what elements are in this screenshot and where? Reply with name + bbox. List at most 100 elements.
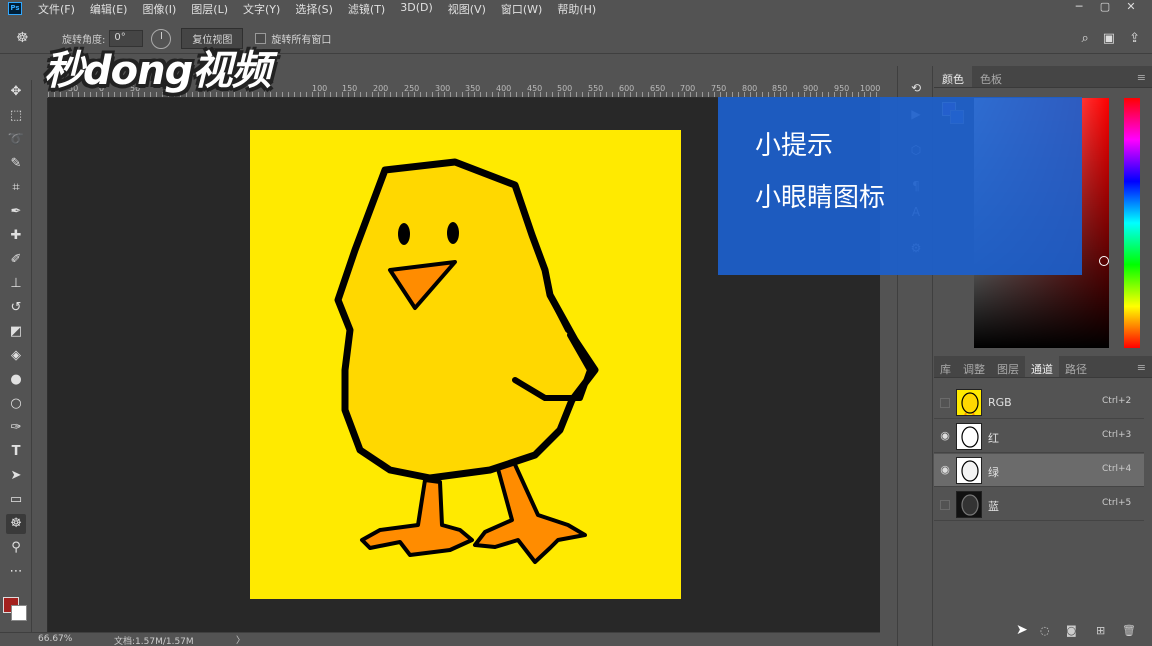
- paint-bucket-tool-icon[interactable]: ◈: [6, 346, 26, 366]
- zoom-level[interactable]: 66.67%: [38, 634, 72, 644]
- ruler-label: 250: [404, 84, 420, 93]
- ruler-label: 450: [527, 84, 543, 93]
- eye-icon[interactable]: ◉: [938, 463, 952, 477]
- ruler-label: 900: [803, 84, 819, 93]
- menu-type[interactable]: 文字(Y): [243, 1, 280, 17]
- mouse-cursor-icon: ➤: [1016, 622, 1028, 638]
- channel-shortcut: Ctrl+4: [1102, 464, 1132, 474]
- stamp-tool-icon[interactable]: ⊥: [6, 274, 26, 294]
- load-selection-icon[interactable]: ◌: [1040, 624, 1050, 637]
- workspace-icon[interactable]: ▣: [1103, 31, 1115, 46]
- tab-swatches[interactable]: 色板: [972, 66, 1010, 87]
- ruler-label: 700: [680, 84, 696, 93]
- save-selection-icon[interactable]: ◙: [1066, 624, 1077, 637]
- menu-window[interactable]: 窗口(W): [501, 1, 542, 17]
- type-tool-icon[interactable]: T: [6, 442, 26, 462]
- channel-name: 蓝: [988, 500, 999, 513]
- ruler-label: 850: [772, 84, 788, 93]
- more-tools-icon[interactable]: ⋯: [6, 562, 26, 582]
- tab-paths[interactable]: 路径: [1059, 356, 1093, 377]
- marquee-tool-icon[interactable]: ⬚: [6, 106, 26, 126]
- channel-thumbnail: [956, 389, 982, 416]
- shape-tool-icon[interactable]: ▭: [6, 490, 26, 510]
- status-expand-icon[interactable]: 〉: [236, 633, 245, 646]
- tab-channels[interactable]: 通道: [1025, 356, 1059, 377]
- vertical-ruler: [34, 98, 48, 632]
- healing-tool-icon[interactable]: ✚: [6, 226, 26, 246]
- blur-tool-icon[interactable]: ●: [6, 370, 26, 390]
- pen-tool-icon[interactable]: ✑: [6, 418, 26, 438]
- color-panel-tabs: 颜色 色板 ≡: [934, 66, 1152, 88]
- menu-help[interactable]: 帮助(H): [557, 1, 596, 17]
- menu-select[interactable]: 选择(S): [295, 1, 333, 17]
- menu-filter[interactable]: 滤镜(T): [348, 1, 385, 17]
- channel-row-blue[interactable]: 蓝 Ctrl+5: [934, 488, 1144, 521]
- channel-row-rgb[interactable]: RGB Ctrl+2: [934, 386, 1144, 419]
- tip-overlay: 小提示 小眼睛图标: [718, 97, 1082, 275]
- photoshop-logo: Ps: [8, 2, 22, 15]
- search-icon[interactable]: ⌕: [1082, 31, 1089, 46]
- menu-3d[interactable]: 3D(D): [400, 1, 433, 17]
- ruler-label: 1000: [860, 84, 880, 93]
- channels-panel: 库 调整 图层 通道 路径 ≡ RGB Ctrl+2 ◉ 红 Ctrl+3 ◉ …: [934, 356, 1152, 646]
- path-select-tool-icon[interactable]: ➤: [6, 466, 26, 486]
- ruler-label: 800: [742, 84, 758, 93]
- ruler-label: 950: [834, 84, 850, 93]
- menu-layer[interactable]: 图层(L): [191, 1, 228, 17]
- history-panel-icon[interactable]: ⟲: [906, 78, 926, 98]
- new-channel-icon[interactable]: ⊞: [1096, 624, 1105, 637]
- menu-image[interactable]: 图像(I): [142, 1, 176, 17]
- rotate-view-tool-icon[interactable]: ☸: [6, 514, 26, 534]
- channel-name: 红: [988, 432, 999, 445]
- tab-layers[interactable]: 图层: [991, 356, 1025, 377]
- history-brush-tool-icon[interactable]: ↺: [6, 298, 26, 318]
- zoom-tool-icon[interactable]: ⚲: [6, 538, 26, 558]
- tip-title: 小提示: [755, 131, 834, 161]
- ruler-label: 600: [619, 84, 635, 93]
- document-canvas[interactable]: [250, 130, 681, 599]
- channel-name: RGB: [988, 396, 1012, 409]
- channel-name: 绿: [988, 466, 999, 479]
- channel-row-red[interactable]: ◉ 红 Ctrl+3: [934, 420, 1144, 453]
- eye-icon[interactable]: ◉: [938, 429, 952, 443]
- menu-edit[interactable]: 编辑(E): [90, 1, 128, 17]
- channel-row-green[interactable]: ◉ 绿 Ctrl+4: [934, 454, 1144, 487]
- channel-shortcut: Ctrl+5: [1102, 498, 1132, 508]
- tab-libraries[interactable]: 库: [934, 356, 957, 377]
- document-info: 文档:1.57M/1.57M: [114, 637, 194, 646]
- tab-color[interactable]: 颜色: [934, 66, 972, 87]
- rotate-view-tool-icon[interactable]: ☸: [16, 30, 34, 48]
- ruler-label: 150: [342, 84, 358, 93]
- ruler-label: 550: [588, 84, 604, 93]
- panel-menu-icon[interactable]: ≡: [1131, 66, 1152, 87]
- channels-footer: ◌ ◙ ⊞ 🗑: [934, 624, 1152, 642]
- background-color-swatch[interactable]: [11, 605, 27, 621]
- options-right-icons: ⌕ ▣ ⇪: [1082, 31, 1140, 46]
- hue-slider[interactable]: [1124, 98, 1140, 348]
- panel-menu-icon[interactable]: ≡: [1131, 356, 1152, 377]
- tab-adjustments[interactable]: 调整: [957, 356, 991, 377]
- color-picker-cursor[interactable]: [1099, 256, 1109, 266]
- eraser-tool-icon[interactable]: ◩: [6, 322, 26, 342]
- share-icon[interactable]: ⇪: [1129, 31, 1140, 46]
- ruler-label: 400: [496, 84, 512, 93]
- quick-select-tool-icon[interactable]: ✎: [6, 154, 26, 174]
- watermark-logo: 秒dong视频: [44, 48, 271, 94]
- menu-view[interactable]: 视图(V): [448, 1, 486, 17]
- visibility-toggle[interactable]: [940, 500, 950, 510]
- visibility-toggle[interactable]: [940, 398, 950, 408]
- ruler-label: 750: [711, 84, 727, 93]
- close-button[interactable]: ✕: [1118, 0, 1144, 13]
- move-tool-icon[interactable]: ✥: [6, 82, 26, 102]
- crop-tool-icon[interactable]: ⌗: [6, 178, 26, 198]
- menu-list: 文件(F) 编辑(E) 图像(I) 图层(L) 文字(Y) 选择(S) 滤镜(T…: [38, 1, 611, 17]
- maximize-button[interactable]: ▢: [1092, 0, 1118, 13]
- lasso-tool-icon[interactable]: ➰: [6, 130, 26, 150]
- dodge-tool-icon[interactable]: ○: [6, 394, 26, 414]
- menu-file[interactable]: 文件(F): [38, 1, 75, 17]
- ruler-label: 300: [435, 84, 451, 93]
- trash-icon[interactable]: 🗑: [1122, 624, 1136, 637]
- brush-tool-icon[interactable]: ✐: [6, 250, 26, 270]
- eyedropper-tool-icon[interactable]: ✒: [6, 202, 26, 222]
- minimize-button[interactable]: ─: [1066, 0, 1092, 13]
